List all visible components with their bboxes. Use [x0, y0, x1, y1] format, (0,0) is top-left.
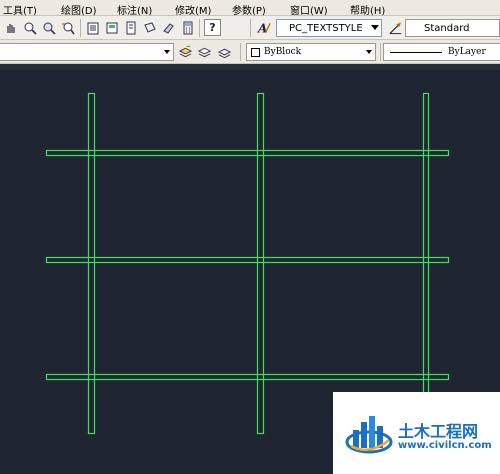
- toolbar-separator: [250, 19, 251, 37]
- help-icon[interactable]: ?: [204, 19, 221, 36]
- make-layer-current-icon[interactable]: [177, 43, 194, 60]
- horizontal-member-top: [45, 149, 450, 157]
- menu-bar: 工具(T) 绘图(D) 标注(N) 修改(M) 参数(P) 窗口(W) 帮助(H…: [0, 0, 500, 17]
- linetype-preview: [390, 51, 442, 53]
- menu-draw[interactable]: 绘图(D): [61, 2, 97, 17]
- toolbar-separator: [240, 43, 241, 61]
- design-center-icon[interactable]: [103, 19, 120, 36]
- chevron-down-icon: [371, 25, 379, 30]
- menu-tools[interactable]: 工具(T): [3, 2, 37, 17]
- dimension-style-icon[interactable]: [387, 19, 404, 36]
- svg-text:A: A: [257, 21, 267, 35]
- linetype-select[interactable]: ByLayer: [383, 43, 500, 61]
- menu-parametric[interactable]: 参数(P): [232, 2, 266, 17]
- quickcalc-icon[interactable]: [179, 19, 196, 36]
- vertical-member-right: [422, 92, 430, 435]
- layer-previous-icon[interactable]: [196, 43, 213, 60]
- text-style-value: PC_TEXTSTYLE: [289, 22, 363, 34]
- menu-modify[interactable]: 修改(M): [175, 2, 211, 17]
- color-value: ByBlock: [264, 47, 302, 57]
- menu-dimension[interactable]: 标注(N): [117, 2, 152, 17]
- watermark-logo-icon: [345, 416, 393, 454]
- zoom-realtime-icon[interactable]: [21, 19, 38, 36]
- toolbar-separator: [199, 19, 200, 37]
- vertical-member-left: [87, 92, 96, 435]
- watermark-url: www.civilcn.com: [398, 440, 492, 451]
- pan-icon[interactable]: [2, 19, 19, 36]
- menu-window[interactable]: 窗口(W): [290, 2, 328, 17]
- toolbar-separator: [80, 19, 81, 37]
- watermark-title: 土木工程网: [398, 422, 479, 441]
- markup-icon[interactable]: [160, 19, 177, 36]
- text-style-select[interactable]: PC_TEXTSTYLE: [276, 19, 382, 37]
- linetype-value: ByLayer: [448, 47, 486, 57]
- text-style-icon[interactable]: A: [256, 19, 273, 36]
- horizontal-member-bottom: [45, 373, 450, 381]
- zoom-previous-icon[interactable]: [59, 19, 76, 36]
- chevron-down-icon: [164, 50, 170, 54]
- layer-states-icon[interactable]: [216, 43, 233, 60]
- chevron-down-icon: [366, 50, 372, 54]
- toolbar-separator: [380, 43, 381, 61]
- standard-toolbar: ? A PC_TEXTSTYLE Standard: [0, 16, 500, 40]
- menu-help[interactable]: 帮助(H): [350, 2, 385, 17]
- color-swatch: [251, 47, 260, 57]
- dim-style-select[interactable]: Standard: [405, 19, 500, 37]
- color-select[interactable]: ByBlock: [246, 43, 376, 61]
- layer-select[interactable]: [0, 43, 174, 61]
- properties-toolbar: ByBlock ByLayer: [0, 40, 500, 64]
- vertical-member-middle: [256, 92, 265, 435]
- tool-palettes-icon[interactable]: [122, 19, 139, 36]
- horizontal-member-middle: [45, 256, 450, 264]
- sheet-set-icon[interactable]: [141, 19, 158, 36]
- zoom-window-icon[interactable]: [40, 19, 57, 36]
- dim-style-value: Standard: [424, 22, 470, 34]
- properties-icon[interactable]: [84, 19, 101, 36]
